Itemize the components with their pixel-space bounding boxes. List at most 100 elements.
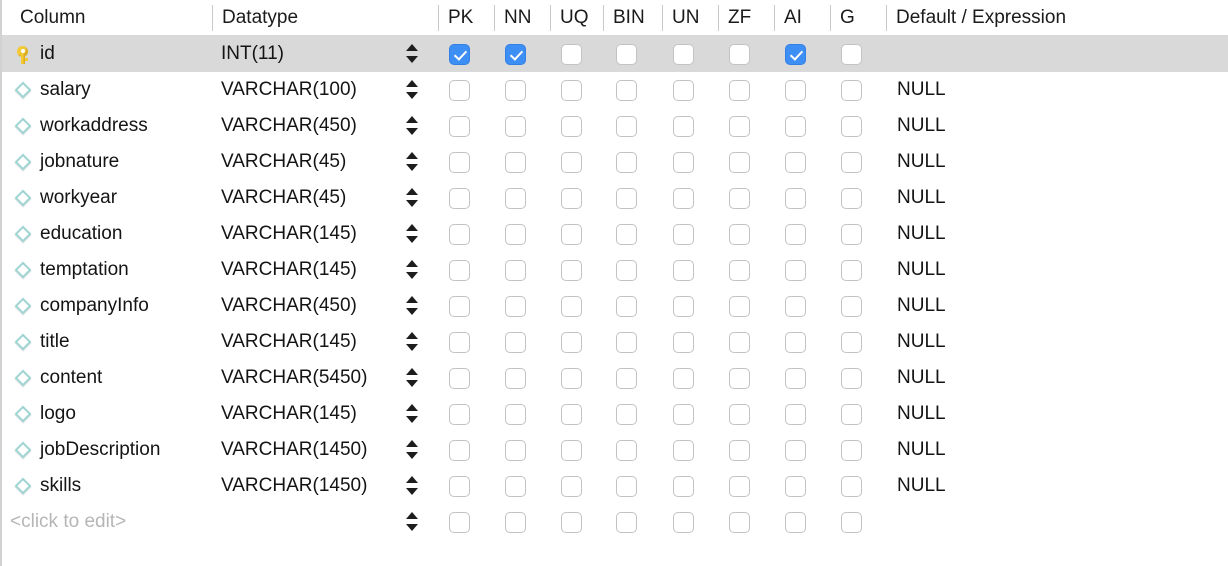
- checkbox-ai-row-10[interactable]: [785, 404, 806, 425]
- checkbox-g-row-5[interactable]: [841, 224, 862, 245]
- column-datatype-cell[interactable]: VARCHAR(145): [221, 396, 357, 432]
- column-header-uq[interactable]: UQ: [550, 0, 589, 36]
- stepper-down-icon[interactable]: [406, 236, 418, 243]
- table-row[interactable]: content VARCHAR(5450) NULL: [2, 360, 1228, 396]
- checkbox-ai-row-5[interactable]: [785, 224, 806, 245]
- column-name-cell[interactable]: salary: [40, 72, 91, 108]
- checkbox-bin-row-8[interactable]: [616, 332, 637, 353]
- checkbox-bin-row-11[interactable]: [616, 440, 637, 461]
- stepper-down-icon[interactable]: [406, 452, 418, 459]
- checkbox-ai-row-new[interactable]: [785, 512, 806, 533]
- checkbox-nn-row-7[interactable]: [505, 296, 526, 317]
- checkbox-uq-row-0[interactable]: [561, 44, 582, 65]
- checkbox-nn-row-2[interactable]: [505, 116, 526, 137]
- column-name-cell[interactable]: content: [40, 360, 102, 396]
- column-datatype-cell[interactable]: VARCHAR(1450): [221, 432, 367, 468]
- column-datatype-cell[interactable]: VARCHAR(45): [221, 180, 346, 216]
- checkbox-zf-row-11[interactable]: [729, 440, 750, 461]
- checkbox-zf-row-5[interactable]: [729, 224, 750, 245]
- datatype-stepper-1[interactable]: [404, 79, 420, 101]
- table-row[interactable]: workaddress VARCHAR(450) NULL: [2, 108, 1228, 144]
- checkbox-zf-row-new[interactable]: [729, 512, 750, 533]
- table-row[interactable]: title VARCHAR(145) NULL: [2, 324, 1228, 360]
- table-row[interactable]: skills VARCHAR(1450) NULL: [2, 468, 1228, 504]
- column-header-bin[interactable]: BIN: [603, 0, 645, 36]
- column-datatype-cell[interactable]: INT(11): [221, 36, 284, 72]
- checkbox-bin-row-12[interactable]: [616, 476, 637, 497]
- checkbox-pk-row-11[interactable]: [449, 440, 470, 461]
- column-default-cell[interactable]: NULL: [897, 468, 946, 504]
- checkbox-g-row-12[interactable]: [841, 476, 862, 497]
- checkbox-nn-row-new[interactable]: [505, 512, 526, 533]
- datatype-stepper-11[interactable]: [404, 439, 420, 461]
- column-default-cell[interactable]: NULL: [897, 396, 946, 432]
- checkbox-uq-row-8[interactable]: [561, 332, 582, 353]
- checkbox-g-row-7[interactable]: [841, 296, 862, 317]
- stepper-up-icon[interactable]: [406, 80, 418, 87]
- table-row[interactable]: workyear VARCHAR(45) NULL: [2, 180, 1228, 216]
- column-name-cell[interactable]: education: [40, 216, 122, 252]
- checkbox-uq-row-3[interactable]: [561, 152, 582, 173]
- checkbox-zf-row-10[interactable]: [729, 404, 750, 425]
- checkbox-un-row-6[interactable]: [673, 260, 694, 281]
- stepper-up-icon[interactable]: [406, 188, 418, 195]
- checkbox-bin-row-6[interactable]: [616, 260, 637, 281]
- checkbox-zf-row-2[interactable]: [729, 116, 750, 137]
- checkbox-nn-row-9[interactable]: [505, 368, 526, 389]
- stepper-up-icon[interactable]: [406, 44, 418, 51]
- table-row[interactable]: jobnature VARCHAR(45) NULL: [2, 144, 1228, 180]
- datatype-stepper-8[interactable]: [404, 331, 420, 353]
- column-datatype-cell[interactable]: VARCHAR(145): [221, 216, 357, 252]
- checkbox-un-row-10[interactable]: [673, 404, 694, 425]
- stepper-down-icon[interactable]: [406, 344, 418, 351]
- datatype-stepper-0[interactable]: [404, 43, 420, 65]
- stepper-down-icon[interactable]: [406, 56, 418, 63]
- checkbox-bin-row-0[interactable]: [616, 44, 637, 65]
- stepper-up-icon[interactable]: [406, 476, 418, 483]
- checkbox-zf-row-6[interactable]: [729, 260, 750, 281]
- checkbox-un-row-12[interactable]: [673, 476, 694, 497]
- checkbox-g-row-2[interactable]: [841, 116, 862, 137]
- checkbox-ai-row-1[interactable]: [785, 80, 806, 101]
- column-datatype-cell[interactable]: VARCHAR(100): [221, 72, 357, 108]
- column-name-cell[interactable]: companyInfo: [40, 288, 149, 324]
- stepper-up-icon[interactable]: [406, 152, 418, 159]
- checkbox-uq-row-2[interactable]: [561, 116, 582, 137]
- stepper-down-icon[interactable]: [406, 200, 418, 207]
- checkbox-nn-row-5[interactable]: [505, 224, 526, 245]
- checkbox-ai-row-4[interactable]: [785, 188, 806, 209]
- checkbox-pk-row-10[interactable]: [449, 404, 470, 425]
- checkbox-g-row-4[interactable]: [841, 188, 862, 209]
- checkbox-ai-row-8[interactable]: [785, 332, 806, 353]
- checkbox-ai-row-2[interactable]: [785, 116, 806, 137]
- column-name-cell[interactable]: jobnature: [40, 144, 119, 180]
- column-header-zf[interactable]: ZF: [718, 0, 751, 36]
- stepper-down-icon[interactable]: [406, 308, 418, 315]
- checkbox-pk-row-5[interactable]: [449, 224, 470, 245]
- column-default-cell[interactable]: NULL: [897, 180, 946, 216]
- stepper-up-icon[interactable]: [406, 440, 418, 447]
- datatype-stepper-5[interactable]: [404, 223, 420, 245]
- checkbox-bin-row-1[interactable]: [616, 80, 637, 101]
- column-name-cell[interactable]: workaddress: [40, 108, 148, 144]
- stepper-up-icon[interactable]: [406, 116, 418, 123]
- checkbox-nn-row-10[interactable]: [505, 404, 526, 425]
- checkbox-un-row-5[interactable]: [673, 224, 694, 245]
- checkbox-g-row-new[interactable]: [841, 512, 862, 533]
- datatype-stepper-9[interactable]: [404, 367, 420, 389]
- column-header-default[interactable]: Default / Expression: [886, 0, 1066, 36]
- checkbox-nn-row-8[interactable]: [505, 332, 526, 353]
- checkbox-zf-row-4[interactable]: [729, 188, 750, 209]
- column-name-cell[interactable]: temptation: [40, 252, 129, 288]
- checkbox-g-row-6[interactable]: [841, 260, 862, 281]
- checkbox-g-row-1[interactable]: [841, 80, 862, 101]
- checkbox-g-row-3[interactable]: [841, 152, 862, 173]
- column-default-cell[interactable]: NULL: [897, 288, 946, 324]
- checkbox-un-row-0[interactable]: [673, 44, 694, 65]
- checkbox-un-row-3[interactable]: [673, 152, 694, 173]
- checkbox-uq-row-6[interactable]: [561, 260, 582, 281]
- checkbox-uq-row-4[interactable]: [561, 188, 582, 209]
- table-row[interactable]: id INT(11): [2, 36, 1228, 72]
- column-default-cell[interactable]: NULL: [897, 216, 946, 252]
- checkbox-pk-row-7[interactable]: [449, 296, 470, 317]
